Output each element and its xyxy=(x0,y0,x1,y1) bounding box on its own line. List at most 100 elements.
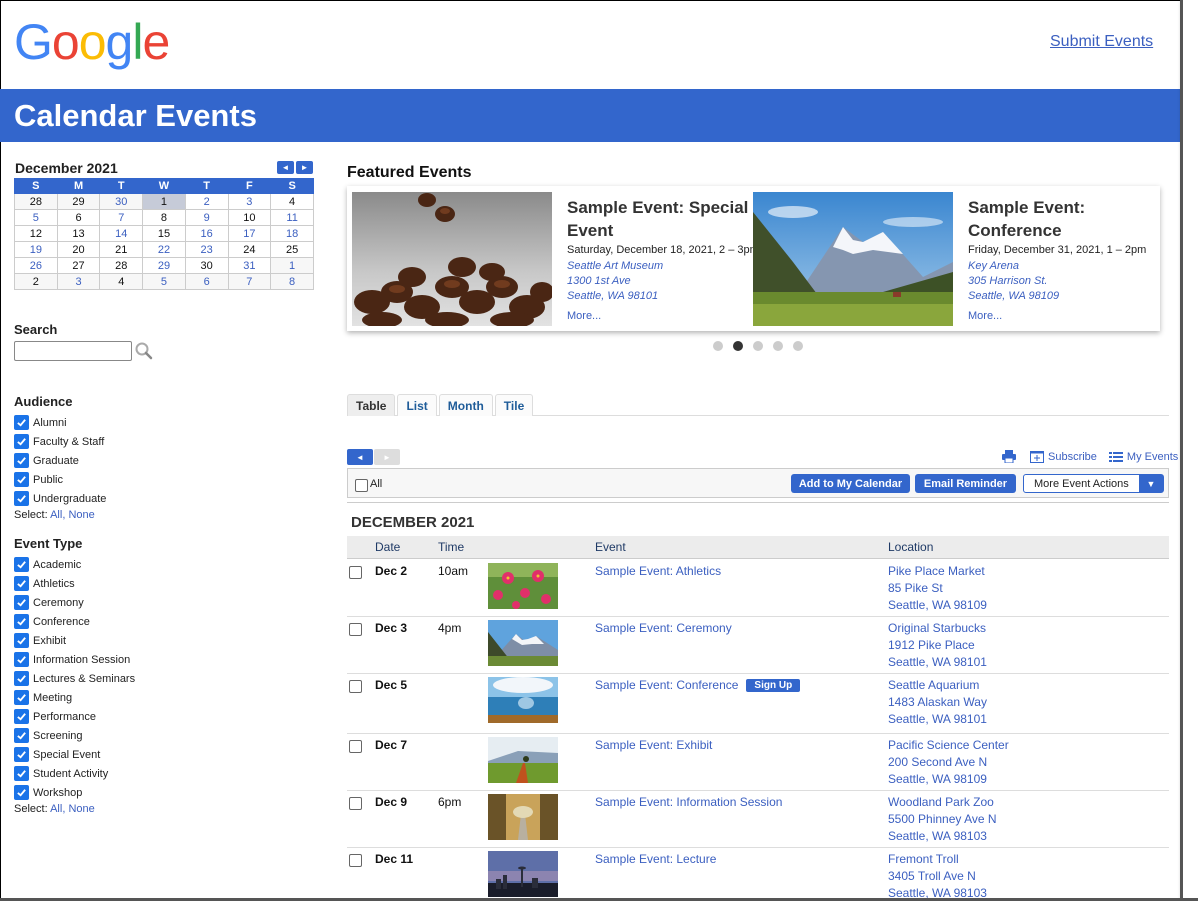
tab-list[interactable]: List xyxy=(397,394,437,416)
event-type-select-none[interactable]: None xyxy=(68,803,94,815)
featured-event-location[interactable]: Seattle Art Museum 1300 1st Ave Seattle,… xyxy=(567,259,757,304)
checkbox-checked[interactable] xyxy=(14,728,29,743)
checkbox-checked[interactable] xyxy=(14,633,29,648)
carousel-dot[interactable] xyxy=(773,341,783,351)
checkbox-checked[interactable] xyxy=(14,595,29,610)
filter-option[interactable]: Conference xyxy=(14,612,135,631)
calendar-day[interactable]: 16 xyxy=(184,225,229,242)
checkbox-checked[interactable] xyxy=(14,472,29,487)
calendar-day[interactable]: 23 xyxy=(184,241,229,258)
event-thumbnail[interactable] xyxy=(488,737,558,783)
checkbox-checked[interactable] xyxy=(14,491,29,506)
checkbox-checked[interactable] xyxy=(14,415,29,430)
next-page-button[interactable]: ► xyxy=(374,449,400,465)
calendar-day[interactable]: 11 xyxy=(270,209,314,226)
search-icon[interactable] xyxy=(134,341,154,361)
google-logo[interactable]: Google xyxy=(14,14,170,70)
event-location[interactable]: Original Starbucks 1912 Pike Place Seattle… xyxy=(888,620,987,671)
calendar-day[interactable]: 1 xyxy=(270,257,314,274)
filter-option[interactable]: Faculty & Staff xyxy=(14,432,106,451)
calendar-day[interactable]: 7 xyxy=(227,273,272,290)
event-title-link[interactable]: Sample Event: Conference xyxy=(595,678,738,692)
event-title-link[interactable]: Sample Event: Exhibit xyxy=(595,738,712,752)
calendar-day[interactable]: 26 xyxy=(14,257,58,274)
prev-page-button[interactable]: ◄ xyxy=(347,449,373,465)
event-thumbnail[interactable] xyxy=(488,851,558,897)
event-title-link[interactable]: Sample Event: Athletics xyxy=(595,564,721,578)
row-checkbox[interactable] xyxy=(349,623,362,636)
event-location[interactable]: Seattle Aquarium 1483 Alaskan Way Seattle,… xyxy=(888,677,987,728)
calendar-day[interactable]: 3 xyxy=(227,193,272,210)
checkbox-checked[interactable] xyxy=(14,576,29,591)
row-checkbox[interactable] xyxy=(349,797,362,810)
printer-icon[interactable] xyxy=(1002,450,1016,463)
row-checkbox[interactable] xyxy=(349,680,362,693)
submit-events-link[interactable]: Submit Events xyxy=(1050,33,1153,51)
calendar-day[interactable]: 31 xyxy=(227,257,272,274)
column-event[interactable]: Event xyxy=(595,540,626,554)
filter-option[interactable]: Undergraduate xyxy=(14,489,106,508)
featured-event-image[interactable] xyxy=(352,192,554,328)
filter-option[interactable]: Special Event xyxy=(14,745,135,764)
more-event-actions-dropdown[interactable]: More Event Actions ▼ xyxy=(1023,474,1164,493)
checkbox-checked[interactable] xyxy=(14,652,29,667)
calendar-day[interactable]: 5 xyxy=(142,273,186,290)
calendar-day[interactable]: 7 xyxy=(99,209,144,226)
filter-option[interactable]: Public xyxy=(14,470,106,489)
row-checkbox[interactable] xyxy=(349,740,362,753)
add-to-calendar-button[interactable]: Add to My Calendar xyxy=(791,474,910,493)
filter-option[interactable]: Information Session xyxy=(14,650,135,669)
featured-event-image[interactable] xyxy=(753,192,953,326)
column-location[interactable]: Location xyxy=(888,540,933,554)
carousel-dot[interactable] xyxy=(793,341,803,351)
filter-option[interactable]: Workshop xyxy=(14,783,135,802)
checkbox-checked[interactable] xyxy=(14,709,29,724)
filter-option[interactable]: Ceremony xyxy=(14,593,135,612)
calendar-day[interactable]: 14 xyxy=(99,225,144,242)
carousel-dot[interactable] xyxy=(753,341,763,351)
my-events-link[interactable]: My Events xyxy=(1127,451,1178,463)
filter-option[interactable]: Academic xyxy=(14,555,135,574)
checkbox-checked[interactable] xyxy=(14,747,29,762)
search-input[interactable] xyxy=(14,341,132,361)
featured-more-link[interactable]: More... xyxy=(567,310,757,322)
tab-tile[interactable]: Tile xyxy=(494,394,534,416)
event-location[interactable]: Pacific Science Center 200 Second Ave N Se… xyxy=(888,737,1009,788)
select-all-checkbox[interactable] xyxy=(355,479,368,492)
featured-event-title[interactable]: Sample Event: Conference xyxy=(968,196,1158,242)
event-thumbnail[interactable] xyxy=(488,794,558,840)
filter-option[interactable]: Meeting xyxy=(14,688,135,707)
row-checkbox[interactable] xyxy=(349,566,362,579)
carousel-dot[interactable] xyxy=(733,341,743,351)
checkbox-checked[interactable] xyxy=(14,453,29,468)
event-title-link[interactable]: Sample Event: Ceremony xyxy=(595,621,732,635)
calendar-day[interactable]: 2 xyxy=(184,193,229,210)
featured-more-link[interactable]: More... xyxy=(968,310,1158,322)
checkbox-checked[interactable] xyxy=(14,557,29,572)
event-location[interactable]: Woodland Park Zoo 5500 Phinney Ave N Seatt… xyxy=(888,794,997,845)
audience-select-none[interactable]: None xyxy=(68,509,94,521)
calendar-day[interactable]: 6 xyxy=(184,273,229,290)
tab-table[interactable]: Table xyxy=(347,394,396,416)
subscribe-link[interactable]: Subscribe xyxy=(1048,451,1097,463)
prev-month-button[interactable]: ◄ xyxy=(277,161,294,174)
carousel-dot[interactable] xyxy=(713,341,723,351)
event-type-select-all[interactable]: All, xyxy=(50,803,65,815)
calendar-day[interactable]: 29 xyxy=(142,257,186,274)
calendar-day[interactable]: 30 xyxy=(99,193,144,210)
column-time[interactable]: Time xyxy=(438,540,464,554)
calendar-day[interactable]: 9 xyxy=(184,209,229,226)
row-checkbox[interactable] xyxy=(349,854,362,867)
checkbox-checked[interactable] xyxy=(14,785,29,800)
next-month-button[interactable]: ► xyxy=(296,161,313,174)
event-thumbnail[interactable] xyxy=(488,677,558,723)
event-title-link[interactable]: Sample Event: Lecture xyxy=(595,852,716,866)
calendar-day[interactable]: 17 xyxy=(227,225,272,242)
checkbox-checked[interactable] xyxy=(14,671,29,686)
chevron-down-icon[interactable]: ▼ xyxy=(1139,475,1163,492)
email-reminder-button[interactable]: Email Reminder xyxy=(915,474,1016,493)
event-location[interactable]: Fremont Troll 3405 Troll Ave N Seattle, WA… xyxy=(888,851,987,902)
calendar-day[interactable]: 18 xyxy=(270,225,314,242)
checkbox-checked[interactable] xyxy=(14,434,29,449)
featured-event-title[interactable]: Sample Event: Special Event xyxy=(567,196,757,242)
